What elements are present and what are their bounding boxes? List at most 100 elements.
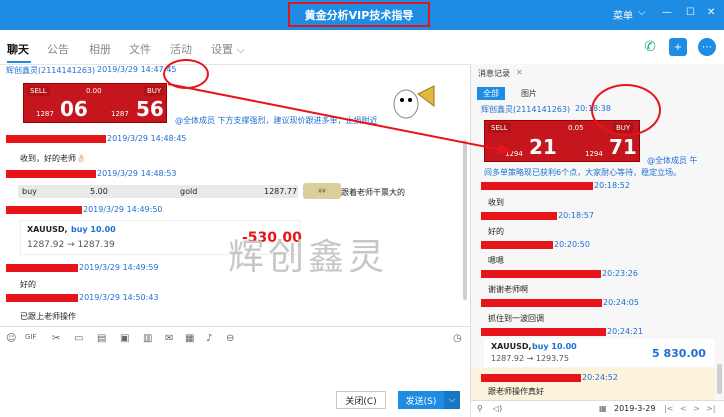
history-text-7: 跟老师操作真好 <box>488 387 544 396</box>
message-time-3: 2019/3/29 14:49:50 <box>83 205 163 214</box>
prev-page-icon[interactable]: < <box>680 404 687 413</box>
watermark: 辉创鑫灵 <box>228 237 389 278</box>
chat-scrollbar[interactable] <box>463 140 467 300</box>
tab-files[interactable]: 文件 <box>129 41 151 57</box>
card-from-to: 1287.92 → 1287.39 <box>27 240 115 250</box>
more-icon[interactable]: ⋯ <box>698 38 716 56</box>
folder-icon[interactable]: ▭ <box>74 333 83 344</box>
tab-album[interactable]: 相册 <box>89 41 111 57</box>
speaker-icon[interactable]: ◁) <box>493 404 502 413</box>
minimize-button[interactable]: — <box>662 7 672 18</box>
dropdown-icon[interactable]: ⌵ <box>638 7 646 18</box>
menu-button[interactable]: 菜单 <box>613 7 633 22</box>
history-card-action: buy 10.00 <box>532 342 577 351</box>
redacted-sender <box>481 299 602 307</box>
redacted-sender <box>481 270 601 278</box>
history-sell-big: 21 <box>529 135 557 159</box>
history-lot-value[interactable]: 0.05 <box>568 124 584 132</box>
history-sell-small: 1294 <box>505 150 523 158</box>
video-icon[interactable]: ▥ <box>143 333 152 344</box>
history-scrollbar[interactable] <box>717 364 722 394</box>
tab-activity[interactable]: 活动 <box>170 41 192 57</box>
history-trade-card: XAUUSD, buy 10.00 1287.92 → 1293.75 5 83… <box>484 339 714 367</box>
history-text-3: 嗯嗯 <box>488 256 504 265</box>
buy-button[interactable]: BUY <box>144 86 165 96</box>
trade-row-text: 跟着老师干票大的 <box>341 188 405 197</box>
history-panel: 消息记录 ✕ 全部 图片 辉创鑫灵(2114141263) 20:18:38 S… <box>470 64 724 417</box>
send-button[interactable]: 发送(S) <box>398 391 444 409</box>
emoji-icon[interactable]: ☺ <box>6 333 16 344</box>
calendar-icon[interactable]: ▦ <box>599 404 607 413</box>
money-sticker: ¥¥ <box>303 183 341 199</box>
trade-lot: 5.00 <box>90 187 108 196</box>
message-time-2: 2019/3/29 14:48:53 <box>97 169 177 178</box>
redacted-sender <box>6 294 78 302</box>
announce-text: @全体成员 下方支撑强烈，建议现价跟进多单，止损附近 <box>175 116 378 125</box>
history-text-5: 抓住到一波回调 <box>488 314 544 323</box>
add-chat-icon[interactable]: + <box>669 38 687 56</box>
redacted-sender <box>6 264 78 272</box>
send-options-button[interactable]: ⌵ <box>444 391 460 409</box>
trade-price: 1287.77 <box>264 187 298 196</box>
sender-name: 辉创鑫灵(2114141263) <box>6 66 96 75</box>
close-window-button[interactable]: ✕ <box>707 7 715 18</box>
doc-icon[interactable]: ▤ <box>97 333 106 344</box>
highlight-circle <box>163 59 209 89</box>
tab-chat[interactable]: 聊天 <box>7 41 29 57</box>
buy-price-big: 56 <box>136 97 164 121</box>
trade-symbol: gold <box>180 187 198 196</box>
active-tab-indicator <box>7 61 31 63</box>
message-text-5: 已跟上老师操作 <box>20 312 76 321</box>
history-footer: ⚲ ◁) ▦ 2019-3-29 |< < > >| <box>471 400 724 417</box>
history-close-icon[interactable]: ✕ <box>516 68 523 77</box>
message-time-5: 2019/3/29 14:50:43 <box>79 293 159 302</box>
image-icon[interactable]: ▣ <box>120 333 129 344</box>
message-time-4: 2019/3/29 14:49:59 <box>79 263 159 272</box>
more-tools-icon[interactable]: ⊖ <box>226 333 234 344</box>
search-icon[interactable]: ⚲ <box>477 404 483 413</box>
history-date[interactable]: 2019-3-29 <box>614 404 655 413</box>
next-page-icon[interactable]: > <box>693 404 700 413</box>
tab-announcement[interactable]: 公告 <box>47 41 69 57</box>
card-symbol: XAUUSD, <box>27 225 68 234</box>
trade-side: buy <box>22 187 37 196</box>
input-toolbar: ☺ GIF ✂ ▭ ▤ ▣ ▥ ✉ ▦ ♪ ⊖ ◷ <box>0 326 470 350</box>
tab-bar: 聊天 公告 相册 文件 活动 设置 ⌵ ✆ + ⋯ <box>0 30 724 64</box>
redacted-sender <box>481 328 606 336</box>
history-text-2: 好的 <box>488 227 504 236</box>
close-button[interactable]: 关闭(C) <box>336 391 386 409</box>
first-page-icon[interactable]: |< <box>664 404 673 413</box>
history-time-7: 20:24:52 <box>582 373 618 382</box>
sell-button[interactable]: SELL <box>27 86 50 96</box>
highlight-circle <box>591 84 661 136</box>
phone-icon[interactable]: ✆ <box>641 38 659 56</box>
history-time-6: 20:24:21 <box>607 327 643 336</box>
card-action: buy 10.00 <box>71 225 116 234</box>
gif-icon[interactable]: GIF <box>25 333 37 341</box>
history-tab-images[interactable]: 图片 <box>521 88 537 99</box>
history-tab-all[interactable]: 全部 <box>477 87 505 100</box>
message-time-1: 2019/3/29 14:48:45 <box>107 134 187 143</box>
history-sender: 辉创鑫灵(2114141263) <box>481 105 571 114</box>
message-text-1: 收到，好的老师👌🏻 <box>20 154 86 163</box>
title-bar: 黄金分析VIP技术指导 菜单 ⌵ — ☐ ✕ <box>0 0 724 30</box>
sell-price-big: 06 <box>60 97 88 121</box>
history-time-5: 20:24:05 <box>603 298 639 307</box>
scissors-icon[interactable]: ✂ <box>52 333 60 344</box>
lot-value[interactable]: 0.00 <box>86 87 102 95</box>
history-time-1: 20:18:52 <box>594 181 630 190</box>
gift-icon[interactable]: ✉ <box>165 333 173 344</box>
history-icon[interactable]: ◷ <box>453 333 462 344</box>
quote-widget: SELL 0.00 BUY 1287 06 1287 56 <box>23 83 167 123</box>
chat-area: 辉创鑫灵(2114141263) 2019/3/29 14:47:45 SELL… <box>0 59 470 326</box>
history-announce-1: @全体成员 午 <box>647 156 698 165</box>
tab-settings[interactable]: 设置 ⌵ <box>211 41 245 57</box>
calendar-icon[interactable]: ▦ <box>185 333 194 344</box>
window-title: 黄金分析VIP技术指导 <box>288 2 430 27</box>
maximize-button[interactable]: ☐ <box>686 7 695 18</box>
last-page-icon[interactable]: >| <box>706 404 715 413</box>
bell-icon[interactable]: ♪ <box>206 333 212 344</box>
history-sell-button[interactable]: SELL <box>488 123 511 133</box>
history-announce-2: 间多单策略现已获利6个点，大家耐心等待，稳定立场。 <box>484 168 682 177</box>
history-time-4: 20:23:26 <box>602 269 638 278</box>
